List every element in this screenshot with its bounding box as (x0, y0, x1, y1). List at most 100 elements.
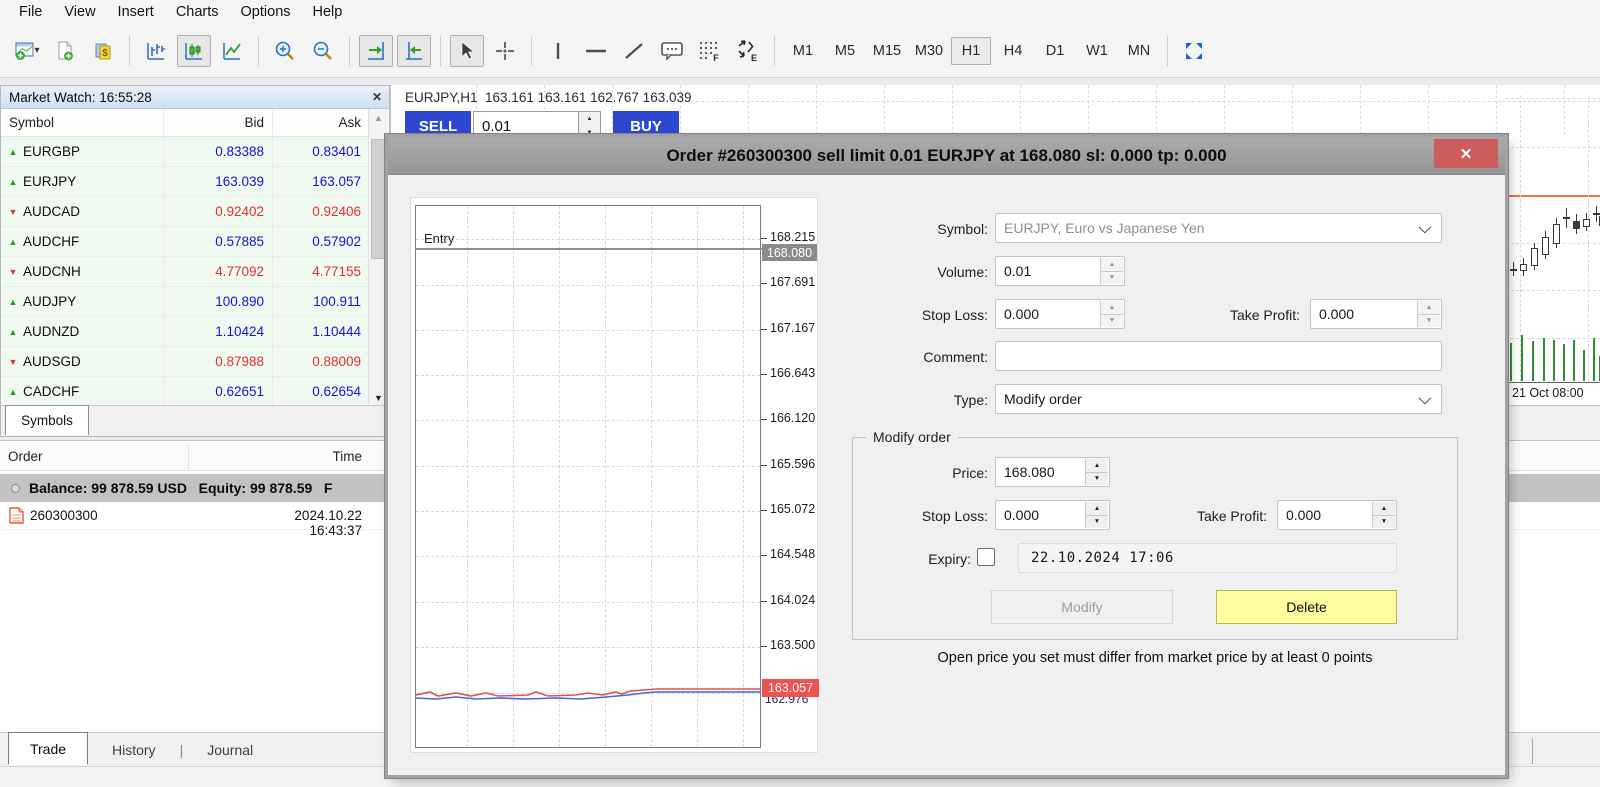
column-bid[interactable]: Bid (164, 109, 273, 136)
market-row-audjpy[interactable]: ▲AUDJPY100.890100.911 (1, 287, 369, 317)
volume-bar (1593, 338, 1595, 381)
vertical-line-button[interactable] (541, 35, 575, 67)
spinner-down-icon[interactable]: ▼ (1373, 515, 1395, 529)
price-tick (761, 419, 767, 420)
crosshair-button[interactable] (488, 35, 522, 67)
type-select[interactable]: Modify order (995, 384, 1442, 414)
market-row-eurgbp[interactable]: ▲EURGBP0.833880.83401 (1, 137, 369, 167)
menu-view[interactable]: View (53, 1, 106, 23)
timeframe-m30[interactable]: M30 (909, 37, 949, 65)
scrollbar-thumb[interactable] (371, 139, 386, 259)
spinner-down-icon[interactable]: ▼ (1086, 515, 1108, 529)
tab-trade[interactable]: Trade (8, 732, 88, 765)
take-profit-input[interactable]: 0.000 ▲▼ (1310, 299, 1442, 329)
scroll-down-icon[interactable]: ▼ (369, 393, 388, 403)
column-time[interactable]: Time (250, 449, 362, 464)
market-row-audsgd[interactable]: ▼AUDSGD0.879880.88009 (1, 347, 369, 377)
delete-button[interactable]: Delete (1216, 590, 1397, 624)
comment-input[interactable] (995, 341, 1442, 371)
volume-input[interactable]: 0.01 ▲▼ (995, 256, 1125, 286)
modify-stop-loss-stepper[interactable]: ▲▼ (1085, 502, 1108, 528)
expiry-checkbox[interactable] (977, 548, 995, 566)
fibonacci-grid-icon: F (697, 38, 723, 64)
timeframe-m1[interactable]: M1 (783, 37, 823, 65)
menu-options[interactable]: Options (230, 1, 302, 23)
market-row-audnzd[interactable]: ▲AUDNZD1.104241.10444 (1, 317, 369, 347)
line-chart-button[interactable] (215, 35, 249, 67)
symbol-select[interactable]: EURJPY, Euro vs Japanese Yen (995, 213, 1442, 243)
dialog-title[interactable]: Order #260300300 sell limit 0.01 EURJPY … (388, 137, 1505, 175)
spinner-up-icon[interactable]: ▲ (1418, 301, 1440, 314)
timeframe-h1[interactable]: H1 (951, 37, 991, 65)
timeframe-w1[interactable]: W1 (1077, 37, 1117, 65)
svg-text:E: E (751, 53, 757, 63)
horizontal-line-button[interactable] (579, 35, 613, 67)
auto-scroll-button[interactable] (359, 35, 393, 67)
timeframe-m15[interactable]: M15 (867, 37, 907, 65)
market-row-audcad[interactable]: ▼AUDCAD0.924020.92406 (1, 197, 369, 227)
spinner-down-icon[interactable]: ▼ (1101, 314, 1123, 328)
spinner-up-icon[interactable]: ▲ (1101, 301, 1123, 314)
volume-stepper[interactable]: ▲▼ (1100, 258, 1123, 284)
candlestick-chart-button[interactable] (177, 35, 211, 67)
gridline (884, 85, 885, 135)
resize-grip[interactable] (1532, 738, 1533, 764)
new-order-button[interactable] (48, 35, 82, 67)
price-stepper[interactable]: ▲▼ (1085, 459, 1108, 485)
modify-take-profit-input[interactable]: 0.000 ▲▼ (1277, 500, 1397, 530)
spinner-down-icon[interactable]: ▼ (1101, 271, 1123, 285)
price-scale-label: 166.643 (770, 366, 815, 380)
market-row-cadchf[interactable]: ▲CADCHF0.626510.62654 (1, 377, 369, 407)
timeframe-m5[interactable]: M5 (825, 37, 865, 65)
stop-loss-input[interactable]: 0.000 ▲▼ (995, 299, 1125, 329)
close-icon[interactable]: ✕ (369, 89, 385, 105)
take-profit-stepper[interactable]: ▲▼ (1417, 301, 1440, 327)
timeframe-h4[interactable]: H4 (993, 37, 1033, 65)
fibonacci-button[interactable]: F (693, 35, 727, 67)
timeframe-d1[interactable]: D1 (1035, 37, 1075, 65)
market-row-eurjpy[interactable]: ▲EURJPY163.039163.057 (1, 167, 369, 197)
menu-charts[interactable]: Charts (165, 1, 230, 23)
price-input[interactable]: 168.080 ▲▼ (995, 457, 1110, 487)
profiles-button[interactable]: $ (86, 35, 120, 67)
ask-value: 0.57902 (273, 227, 369, 256)
stop-loss-stepper[interactable]: ▲▼ (1100, 301, 1123, 327)
fullscreen-button[interactable] (1177, 35, 1211, 67)
new-chart-button[interactable]: ▾ (10, 35, 44, 67)
dialog-close-button[interactable]: ✕ (1434, 139, 1498, 168)
market-watch-scrollbar[interactable]: ▲ ▼ (368, 109, 388, 407)
expiry-date-field[interactable]: 22.10.2024 17:06 (1018, 543, 1397, 573)
market-row-audcnh[interactable]: ▼AUDCNH4.770924.77155 (1, 257, 369, 287)
menu-help[interactable]: Help (302, 1, 354, 23)
spinner-up-icon[interactable]: ▲ (1373, 502, 1395, 515)
candle-body (1583, 219, 1590, 227)
modify-stop-loss-input[interactable]: 0.000 ▲▼ (995, 500, 1110, 530)
indicators-button[interactable]: E (731, 35, 765, 67)
modify-take-profit-stepper[interactable]: ▲▼ (1372, 502, 1395, 528)
trendline-button[interactable] (617, 35, 651, 67)
column-ask[interactable]: Ask (273, 109, 369, 136)
zoom-in-button[interactable] (268, 35, 302, 67)
market-row-audchf[interactable]: ▲AUDCHF0.578850.57902 (1, 227, 369, 257)
tab-journal[interactable]: Journal (183, 742, 277, 758)
zoom-out-button[interactable] (306, 35, 340, 67)
spinner-up-icon[interactable]: ▲ (1101, 258, 1123, 271)
bar-chart-button[interactable] (139, 35, 173, 67)
spinner-up-icon[interactable]: ▲ (1086, 502, 1108, 515)
spinner-up-icon[interactable]: ▲ (579, 112, 600, 126)
tab-symbols[interactable]: Symbols (5, 405, 89, 435)
column-order[interactable]: Order (8, 449, 43, 464)
spinner-down-icon[interactable]: ▼ (1086, 472, 1108, 486)
column-symbol[interactable]: Symbol (1, 109, 164, 136)
chart-shift-button[interactable] (397, 35, 431, 67)
spinner-up-icon[interactable]: ▲ (1086, 459, 1108, 472)
menu-file[interactable]: File (8, 1, 53, 23)
menu-insert[interactable]: Insert (107, 1, 165, 23)
scroll-up-icon[interactable]: ▲ (369, 113, 388, 123)
modify-button[interactable]: Modify (991, 590, 1173, 624)
cursor-button[interactable] (450, 35, 484, 67)
text-label-button[interactable] (655, 35, 689, 67)
timeframe-mn[interactable]: MN (1119, 37, 1159, 65)
spinner-down-icon[interactable]: ▼ (1418, 314, 1440, 328)
tab-history[interactable]: History (88, 742, 180, 758)
